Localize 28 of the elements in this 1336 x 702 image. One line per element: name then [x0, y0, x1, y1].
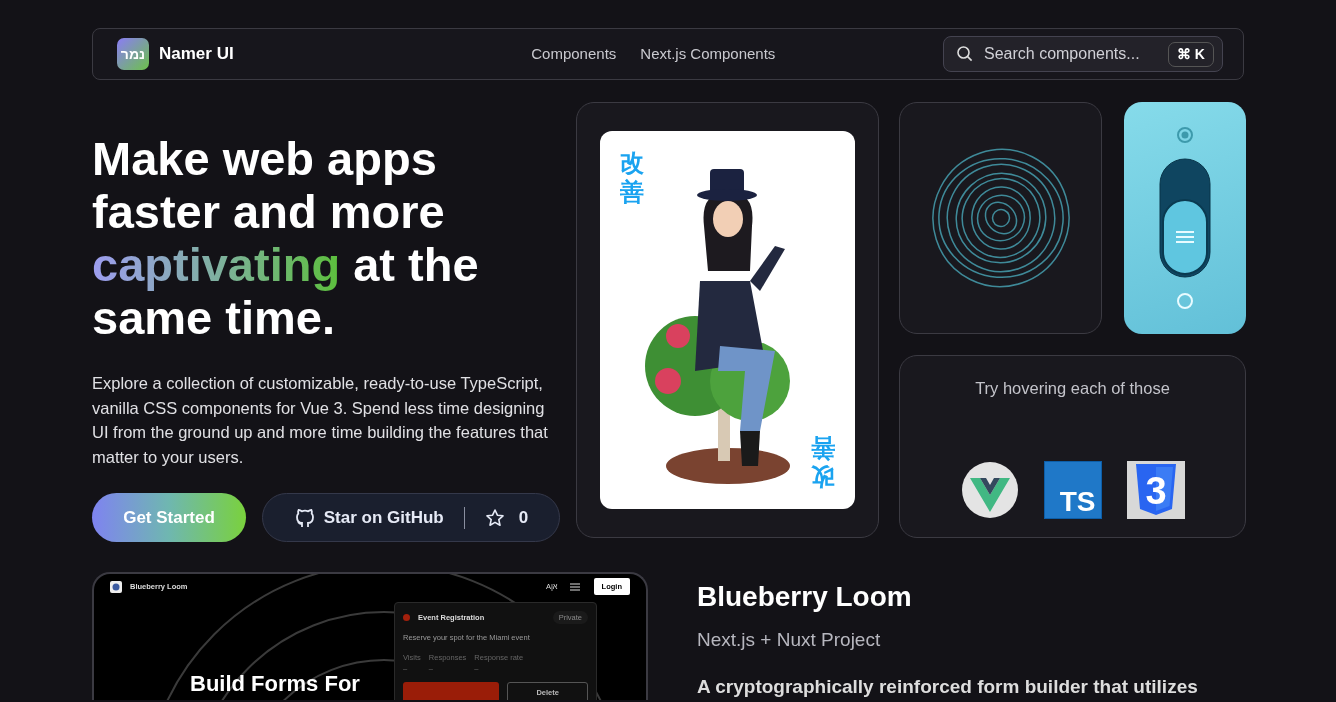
search-icon: [956, 45, 974, 63]
status-dot-icon: [403, 614, 410, 622]
description: Explore a collection of customizable, ready-to-use TypeScript, vanilla CSS components for Vue 3. Spend less time designing UI from the ground up and more time building the features that matter to your users.: [92, 373, 549, 468]
target-icon: [1176, 126, 1194, 144]
brand-name[interactable]: Namer UI: [159, 41, 234, 67]
github-star-button[interactable]: Star on GitHub 0: [262, 493, 560, 542]
toggle-switch[interactable]: [1159, 158, 1211, 278]
search-field[interactable]: Search components...: [982, 41, 1142, 67]
github-icon: [293, 506, 316, 529]
preview-headline: Build Forms For: [190, 672, 360, 696]
ring-icon: [1176, 292, 1194, 310]
card-corner-text: 改善: [811, 434, 835, 491]
headline: Make web apps faster and more captivating at the same time.: [92, 132, 480, 344]
vue-logo-icon[interactable]: [960, 461, 1019, 519]
blueberry-logo-icon: [110, 580, 122, 593]
card-corner-text: 改善: [620, 149, 644, 207]
css-logo-icon[interactable]: 3: [1126, 461, 1185, 519]
nav-link[interactable]: Next.js Components: [640, 42, 776, 66]
star-icon: [484, 507, 505, 528]
project-subtitle: Next.js + Nuxt Project: [697, 628, 882, 652]
menu-icon[interactable]: [569, 582, 580, 591]
project-description: A cryptographically reinforced form builder that utilizes: [697, 674, 1198, 699]
shortcut-key: ⌘ K: [1168, 41, 1214, 67]
project-title: Blueberry Loom: [697, 580, 913, 614]
typescript-logo-icon[interactable]: TS: [1043, 461, 1102, 519]
hint-text: Try hovering each of those: [975, 378, 1170, 399]
nav-link[interactable]: Components: [531, 42, 617, 66]
search-bar[interactable]: Search components... ⌘ K: [943, 36, 1223, 72]
